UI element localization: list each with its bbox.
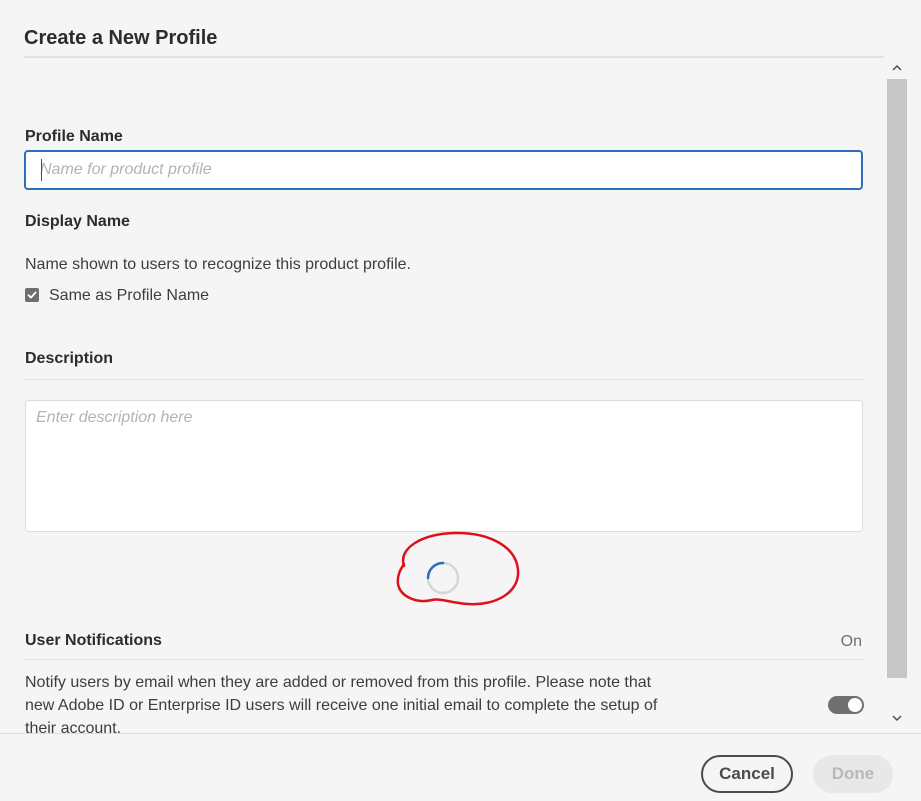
profile-name-input[interactable] xyxy=(24,150,863,190)
notifications-state-label: On xyxy=(840,633,862,650)
display-name-helper: Name shown to users to recognize this pr… xyxy=(25,256,411,273)
description-divider xyxy=(25,379,863,380)
scroll-down-arrow-icon[interactable] xyxy=(887,708,907,728)
description-label: Description xyxy=(25,350,114,367)
dialog-content: Profile Name Display Name Name shown to … xyxy=(0,58,921,733)
text-caret xyxy=(41,159,42,181)
notifications-divider xyxy=(25,659,863,660)
scrollbar[interactable] xyxy=(887,58,907,733)
checkmark-icon xyxy=(27,291,37,299)
description-textarea[interactable] xyxy=(25,400,863,532)
toggle-knob xyxy=(848,698,862,712)
cancel-button[interactable]: Cancel xyxy=(701,755,793,793)
red-circle-annotation xyxy=(396,531,520,606)
display-name-label: Display Name xyxy=(25,213,130,230)
done-button[interactable]: Done xyxy=(813,755,893,793)
footer-divider xyxy=(0,733,921,734)
profile-name-label: Profile Name xyxy=(25,128,123,145)
scrollbar-thumb[interactable] xyxy=(887,79,907,678)
notifications-toggle[interactable] xyxy=(828,696,864,714)
same-as-profile-label[interactable]: Same as Profile Name xyxy=(49,287,209,305)
notifications-description: Notify users by email when they are adde… xyxy=(25,674,658,733)
same-as-profile-checkbox[interactable] xyxy=(25,288,39,302)
scroll-up-arrow-icon[interactable] xyxy=(887,58,907,78)
dialog-title: Create a New Profile xyxy=(24,27,218,49)
user-notifications-label: User Notifications xyxy=(25,632,162,649)
